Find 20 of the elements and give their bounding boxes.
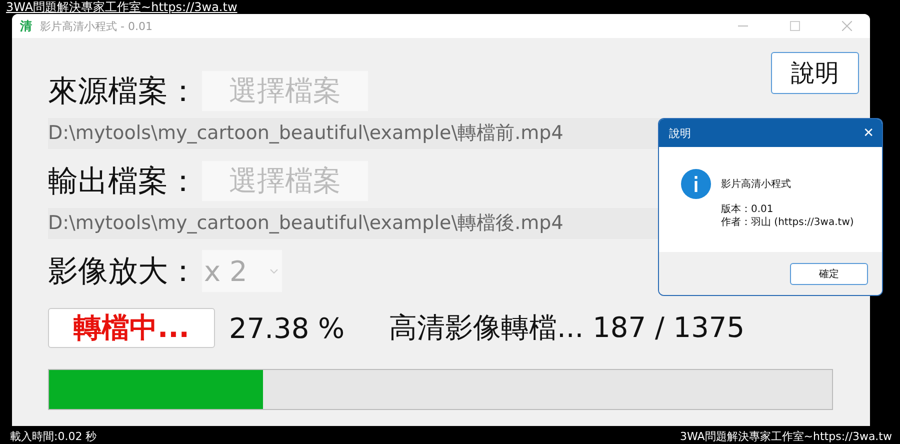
app-icon: 清	[20, 18, 32, 34]
ok-button[interactable]: 確定	[790, 262, 868, 284]
field-label: 輸出檔案：	[48, 162, 198, 200]
field-label: 影像放大：	[48, 252, 198, 290]
percent-text: 27.38 %	[229, 312, 346, 344]
maximize-icon[interactable]	[790, 21, 800, 31]
dialog-title: 說明	[669, 126, 691, 140]
convert-button[interactable]: 轉檔中...	[48, 308, 215, 348]
field-label: 來源檔案：	[48, 72, 198, 110]
dialog-heading: 影片高清小程式	[721, 178, 792, 191]
window-title: 影片高清小程式 - 0.01	[40, 18, 152, 34]
close-button[interactable]: ✕	[859, 126, 878, 140]
help-button[interactable]: 說明	[771, 52, 859, 94]
chevron-down-icon	[270, 268, 278, 274]
watermark-caption: 3WA問題解決專家工作室~https://3wa.tw	[5, 0, 238, 14]
info-icon	[681, 169, 711, 199]
status-text: 高清影像轉檔... 187 / 1375	[389, 310, 745, 346]
watermark-caption: 3WA問題解決專家工作室~https://3wa.tw	[680, 429, 892, 444]
load-time-text: 載入時間:0.02 秒	[10, 429, 97, 444]
close-icon[interactable]	[842, 21, 852, 31]
